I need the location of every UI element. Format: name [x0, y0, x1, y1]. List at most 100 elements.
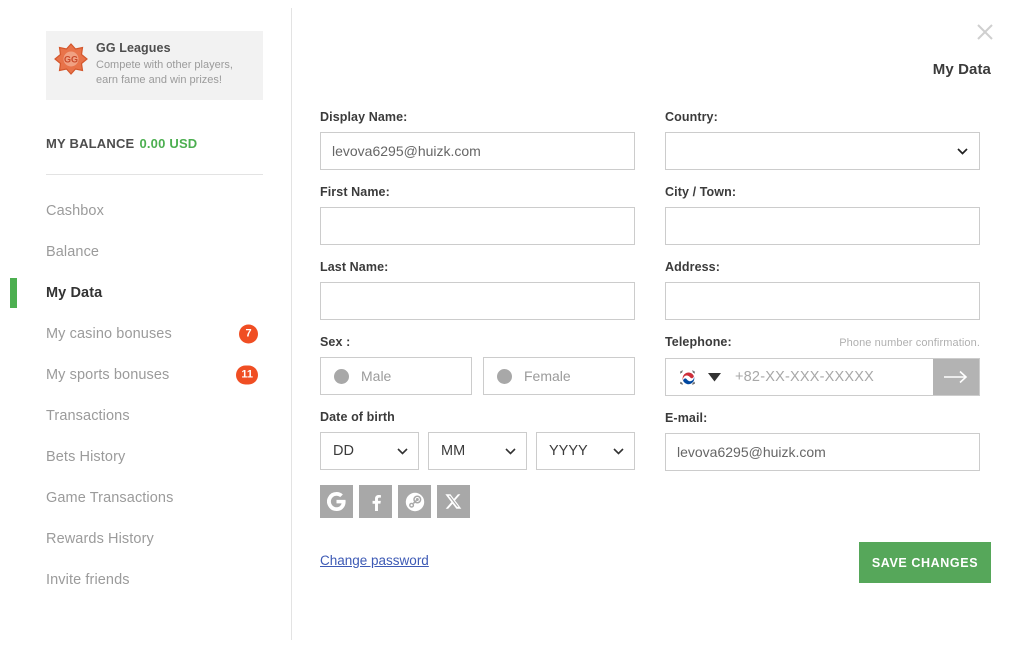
sex-option-label: Female	[524, 368, 571, 384]
dob-month-select[interactable]: MM	[428, 432, 527, 470]
gg-leagues-badge-icon: GG	[54, 42, 88, 76]
telephone-placeholder: +82-XX-XXX-XXXXX	[735, 369, 874, 385]
email-value: levova6295@huizk.com	[677, 444, 826, 460]
page-title: My Data	[932, 61, 991, 78]
sidebar-item-label: Cashbox	[46, 202, 104, 219]
chevron-down-icon	[957, 147, 968, 155]
dob-year-select[interactable]: YYYY	[536, 432, 635, 470]
dob-day-value: DD	[333, 443, 354, 459]
promo-subtitle: Compete with other players, earn fame an…	[96, 59, 233, 86]
sex-field: Sex : Male Female	[320, 335, 635, 395]
address-field: Address:	[665, 260, 980, 320]
sidebar-item-my-data[interactable]: My Data	[0, 272, 291, 313]
sex-option-label: Male	[361, 368, 392, 384]
sidebar-item-transactions[interactable]: Transactions	[0, 395, 291, 436]
telephone-input-group: +82-XX-XXX-XXXXX	[665, 358, 980, 396]
gg-leagues-promo-card[interactable]: GG GG Leagues Compete with other players…	[46, 31, 263, 100]
x-twitter-icon[interactable]	[437, 485, 470, 518]
country-label: Country:	[665, 110, 718, 124]
telephone-field: Telephone: Phone number confirmation. +8…	[665, 335, 980, 396]
radio-icon	[334, 368, 349, 384]
my-data-form: Display Name: levova6295@huizk.com First…	[320, 110, 1008, 570]
sex-option-female[interactable]: Female	[483, 357, 635, 395]
display-name-label: Display Name:	[320, 110, 408, 124]
address-label: Address:	[665, 260, 720, 274]
sidebar-nav: Cashbox Balance My Data My casino bonuse…	[0, 190, 291, 600]
sex-label: Sex :	[320, 335, 351, 349]
caret-down-icon	[708, 372, 721, 382]
sidebar-item-rewards-history[interactable]: Rewards History	[0, 518, 291, 559]
form-right-column: Country: City / Town: Address: Telephone…	[665, 110, 980, 570]
sports-bonuses-badge: 11	[236, 365, 258, 384]
sidebar-item-my-casino-bonuses[interactable]: My casino bonuses 7	[0, 313, 291, 354]
city-input[interactable]	[665, 207, 980, 245]
casino-bonuses-badge: 7	[239, 324, 258, 343]
sidebar-item-label: My casino bonuses	[46, 325, 172, 342]
chevron-down-icon	[397, 447, 408, 455]
radio-icon	[497, 368, 512, 384]
city-label: City / Town:	[665, 185, 737, 199]
last-name-label: Last Name:	[320, 260, 389, 274]
phone-confirm-button[interactable]	[933, 359, 979, 395]
facebook-icon[interactable]	[359, 485, 392, 518]
sidebar-item-label: My sports bonuses	[46, 366, 170, 383]
date-of-birth-label: Date of birth	[320, 410, 395, 424]
sidebar-item-invite-friends[interactable]: Invite friends	[0, 559, 291, 600]
save-changes-button[interactable]: SAVE CHANGES	[859, 542, 991, 583]
south-korea-flag-icon	[678, 367, 697, 387]
display-name-value: levova6295@huizk.com	[332, 143, 481, 159]
form-left-column: Display Name: levova6295@huizk.com First…	[320, 110, 635, 570]
sex-option-male[interactable]: Male	[320, 357, 472, 395]
sidebar-item-label: Rewards History	[46, 530, 154, 547]
date-of-birth-field: Date of birth DD MM YYYY	[320, 410, 635, 470]
display-name-input[interactable]: levova6295@huizk.com	[320, 132, 635, 170]
country-field: Country:	[665, 110, 980, 170]
sidebar-item-my-sports-bonuses[interactable]: My sports bonuses 11	[0, 354, 291, 395]
steam-icon[interactable]	[398, 485, 431, 518]
email-input[interactable]: levova6295@huizk.com	[665, 433, 980, 471]
first-name-label: First Name:	[320, 185, 390, 199]
sex-options: Male Female	[320, 357, 635, 395]
arrow-right-icon	[943, 369, 969, 385]
date-of-birth-selects: DD MM YYYY	[320, 432, 635, 470]
balance-value: 0.00 USD	[139, 136, 198, 151]
country-code-selector[interactable]	[666, 359, 729, 395]
google-icon[interactable]	[320, 485, 353, 518]
dob-day-select[interactable]: DD	[320, 432, 419, 470]
country-select[interactable]	[665, 132, 980, 170]
sidebar-item-game-transactions[interactable]: Game Transactions	[0, 477, 291, 518]
first-name-field: First Name:	[320, 185, 635, 245]
social-link-buttons	[320, 485, 635, 518]
chevron-down-icon	[505, 447, 516, 455]
address-input[interactable]	[665, 282, 980, 320]
dob-year-value: YYYY	[549, 443, 588, 459]
email-label: E-mail:	[665, 411, 708, 425]
change-password-link[interactable]: Change password	[320, 553, 429, 568]
balance-divider	[46, 174, 263, 175]
sidebar-item-balance[interactable]: Balance	[0, 231, 291, 272]
my-balance: MY BALANCE 0.00 USD	[46, 136, 197, 151]
sidebar-item-label: Transactions	[46, 407, 130, 424]
close-icon[interactable]	[975, 22, 995, 42]
last-name-input[interactable]	[320, 282, 635, 320]
city-field: City / Town:	[665, 185, 980, 245]
telephone-input[interactable]: +82-XX-XXX-XXXXX	[729, 359, 933, 395]
sidebar-item-label: Balance	[46, 243, 100, 260]
email-field: E-mail: levova6295@huizk.com	[665, 411, 980, 471]
my-data-page: GG GG Leagues Compete with other players…	[0, 0, 1024, 649]
sidebar-item-label: Invite friends	[46, 571, 130, 588]
sidebar: GG GG Leagues Compete with other players…	[0, 0, 291, 649]
sidebar-item-cashbox[interactable]: Cashbox	[0, 190, 291, 231]
sidebar-item-bets-history[interactable]: Bets History	[0, 436, 291, 477]
sidebar-item-label: Game Transactions	[46, 489, 174, 506]
phone-confirmation-note: Phone number confirmation.	[839, 337, 980, 349]
first-name-input[interactable]	[320, 207, 635, 245]
balance-label: MY BALANCE	[46, 136, 135, 151]
last-name-field: Last Name:	[320, 260, 635, 320]
display-name-field: Display Name: levova6295@huizk.com	[320, 110, 635, 170]
svg-text:GG: GG	[64, 55, 78, 65]
sidebar-item-label: My Data	[46, 284, 103, 301]
main-panel: My Data Display Name: levova6295@huizk.c…	[291, 0, 1024, 649]
dob-month-value: MM	[441, 443, 466, 459]
telephone-label: Telephone:	[665, 335, 732, 349]
